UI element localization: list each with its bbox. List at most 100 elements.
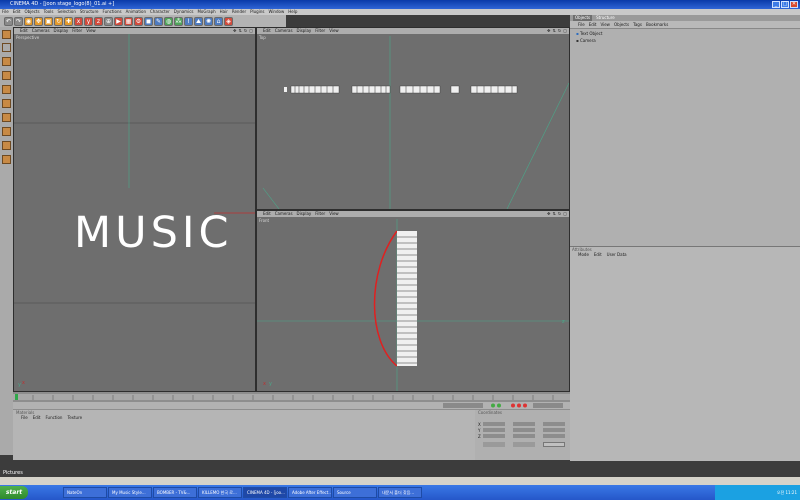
music-3d-text: MUSIC	[74, 208, 233, 258]
minimize-button[interactable]: _	[772, 1, 780, 8]
x-axis-icon[interactable]: x	[74, 16, 83, 26]
position-y-field[interactable]	[483, 428, 505, 432]
taskbar-item[interactable]: BOMBER - TV&...	[153, 487, 197, 498]
object-mode-icon[interactable]	[2, 43, 11, 52]
size-x-field[interactable]	[513, 422, 535, 426]
deformer-icon[interactable]: ⌇	[184, 16, 193, 26]
position-z-field[interactable]	[483, 434, 505, 438]
render-view-icon[interactable]: ▶	[114, 16, 123, 26]
object-name: Camera	[580, 38, 596, 43]
perspective-viewport[interactable]: Edit Cameras Display Filter View ✥ ⇅ ↻ ▢ Pe…	[13, 27, 256, 392]
scale-icon[interactable]: ▣	[44, 16, 53, 26]
svg-text:x: x	[22, 380, 25, 386]
window-title: CINEMA 4D - [joon stage_logo(8)_01.ai +]	[10, 1, 115, 7]
polygons-mode-icon[interactable]	[2, 113, 11, 122]
position-x-field[interactable]	[483, 422, 505, 426]
timeline-ruler	[13, 394, 570, 409]
attr-menu-mode[interactable]: Mode	[578, 252, 589, 257]
animation-mode-icon[interactable]	[2, 141, 11, 150]
camera-icon[interactable]: ⌂	[214, 16, 223, 26]
window-titlebar: CINEMA 4D - [joon stage_logo(8)_01.ai +]…	[0, 0, 800, 9]
pen-spline-icon[interactable]: ✎	[154, 16, 163, 26]
scene-icon[interactable]: ⛰	[194, 16, 203, 26]
y-axis-icon[interactable]: y	[84, 16, 93, 26]
apply-button[interactable]	[543, 442, 565, 447]
menu-help[interactable]: Help	[288, 9, 297, 15]
om-menu-file[interactable]: File	[578, 21, 585, 28]
axis-mode-icon[interactable]	[2, 71, 11, 80]
object-dropdown[interactable]	[483, 442, 505, 447]
taskbar-item[interactable]: CINEMA 4D - [joo...	[243, 487, 287, 498]
object-name: Text Object	[580, 31, 603, 36]
svg-text:x: x	[263, 381, 266, 387]
texture-mode-icon[interactable]	[2, 57, 11, 66]
taskbar-item[interactable]: Adobe After Effect...	[288, 487, 332, 498]
nurbs-icon[interactable]: ◍	[164, 16, 173, 26]
recent-tool-icon[interactable]: ✚	[64, 16, 73, 26]
redo-icon[interactable]: ↷	[14, 16, 23, 26]
mat-menu-function[interactable]: Function	[45, 415, 62, 420]
top-view-drawing	[262, 36, 569, 209]
edges-mode-icon[interactable]	[2, 99, 11, 108]
attr-menu-edit[interactable]: Edit	[594, 252, 602, 257]
maximize-button[interactable]: □	[781, 1, 789, 8]
attr-menu-user-data[interactable]: User Data	[607, 252, 627, 257]
top-viewport[interactable]: Edit Cameras Display Filter View ✥ ⇅ ↻ ▢ To…	[256, 27, 570, 210]
main-toolbar: ↶ ↷ ◉ ✥ ▣ ↻ ✚ x y z ⊕ ▶ ▦ ⚙ ◼ ✎ ◍ ⁂ ⌇ ⛰ …	[0, 15, 286, 27]
rotation-h-field[interactable]	[543, 422, 565, 426]
om-menu-edit[interactable]: Edit	[589, 21, 597, 28]
object-list: ▪ Text Object ▪ Camera	[570, 28, 800, 247]
om-menu-tags[interactable]: Tags	[633, 21, 642, 28]
render-settings-icon[interactable]: ⚙	[134, 16, 143, 26]
front-view-drawing: x y z	[257, 219, 569, 391]
undo-icon[interactable]: ↶	[4, 16, 13, 26]
mat-menu-edit[interactable]: Edit	[33, 415, 41, 420]
light-icon[interactable]: ✺	[204, 16, 213, 26]
mat-menu-file[interactable]: File	[21, 415, 28, 420]
tweak-mode-icon[interactable]	[2, 127, 11, 136]
size-z-field[interactable]	[513, 434, 535, 438]
move-icon[interactable]: ✥	[34, 16, 43, 26]
om-menu-bookmarks[interactable]: Bookmarks	[646, 21, 668, 28]
start-button[interactable]: start	[0, 486, 28, 499]
om-menu-view[interactable]: View	[600, 21, 610, 28]
window-controls: _ □ ✕	[772, 1, 798, 8]
mat-menu-texture[interactable]: Texture	[67, 415, 82, 420]
svg-text:z: z	[562, 319, 565, 325]
size-y-field[interactable]	[513, 428, 535, 432]
taskbar-item[interactable]: KILLEMO 한국 로...	[198, 487, 242, 498]
list-item[interactable]: ▪ Camera	[576, 38, 596, 43]
taskbar-item[interactable]: 내문서 폴더 찾음...	[378, 487, 422, 498]
pictures-label: Pictures	[3, 470, 23, 476]
list-item[interactable]: ▪ Text Object	[576, 31, 602, 36]
rotate-icon[interactable]: ↻	[54, 16, 63, 26]
rotation-b-field[interactable]	[543, 434, 565, 438]
taskbar-item[interactable]: NateOn	[63, 487, 107, 498]
front-viewport[interactable]: Edit Cameras Display Filter View ✥ ⇅ ↻ ▢ Fr…	[256, 210, 570, 392]
mograph-icon[interactable]: ◈	[224, 16, 233, 26]
svg-text:y: y	[269, 381, 272, 387]
coordinates-panel: Coordinates X Y Z	[475, 410, 570, 460]
taskbar-item[interactable]: Source	[333, 487, 377, 498]
model-mode-icon[interactable]	[2, 30, 11, 39]
points-mode-icon[interactable]	[2, 85, 11, 94]
z-axis-icon[interactable]: z	[94, 16, 103, 26]
coordinates-title: Coordinates	[478, 410, 503, 415]
close-button[interactable]: ✕	[790, 1, 798, 8]
array-icon[interactable]: ⁂	[174, 16, 183, 26]
right-panel: Objects Structure File Edit View Objects…	[570, 15, 800, 461]
snap-icon[interactable]	[2, 155, 11, 164]
coordinate-system-icon[interactable]: ⊕	[104, 16, 113, 26]
render-picture-icon[interactable]: ▦	[124, 16, 133, 26]
coord-row-z: Z	[478, 434, 481, 439]
live-select-icon[interactable]: ◉	[24, 16, 33, 26]
coord-row-x: X	[478, 422, 481, 427]
pictures-window-bar[interactable]: Pictures	[0, 470, 800, 477]
om-menu-objects[interactable]: Objects	[614, 21, 629, 28]
rotation-p-field[interactable]	[543, 428, 565, 432]
size-dropdown[interactable]	[513, 442, 535, 447]
cube-icon[interactable]: ◼	[144, 16, 153, 26]
timeline[interactable]	[13, 392, 570, 410]
taskbar-item[interactable]: My Music Style...	[108, 487, 152, 498]
windows-taskbar: start NateOn My Music Style... BOMBER - TV…	[0, 485, 800, 500]
